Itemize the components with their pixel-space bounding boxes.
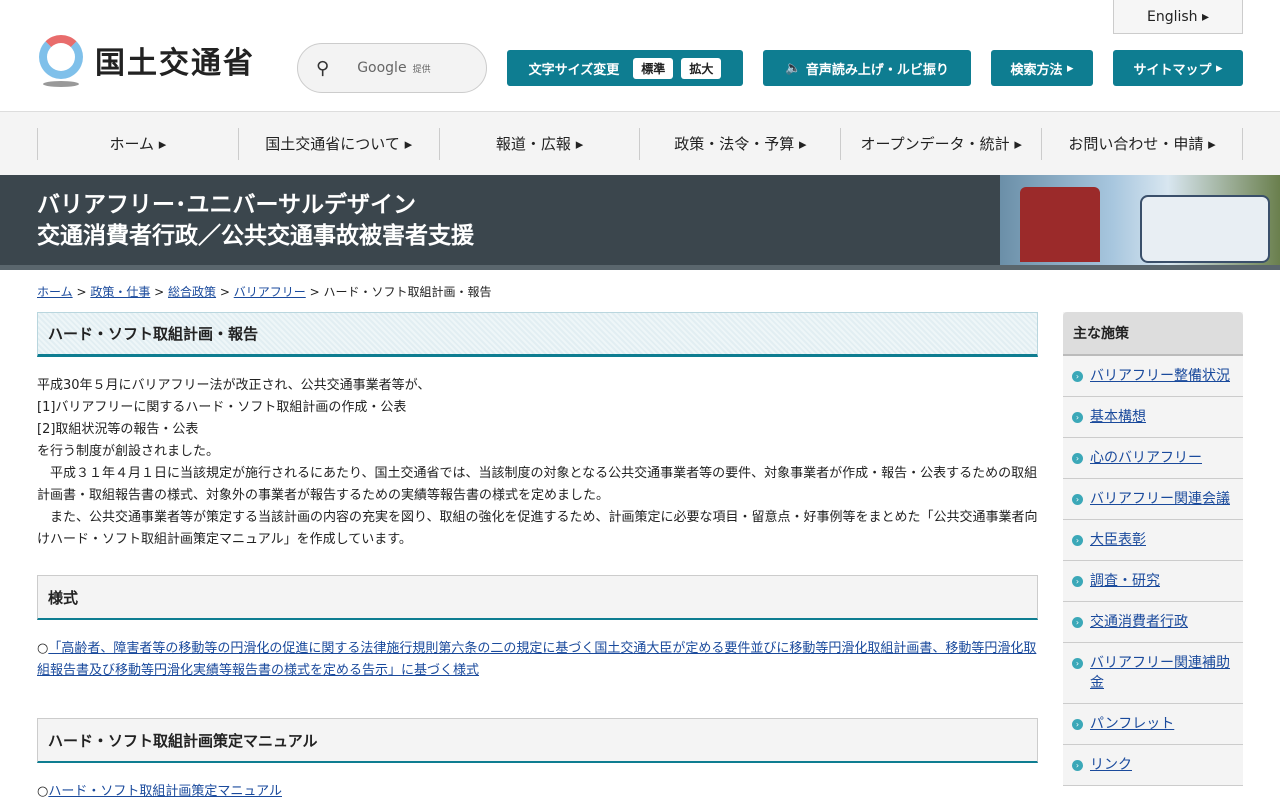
nav-opendata[interactable]: オープンデータ・統計 ▸ (840, 127, 1041, 160)
sidebar-item[interactable]: バリアフリー関連会議 (1090, 491, 1230, 507)
train-bus-image (1000, 175, 1280, 265)
chevron-right-icon: › (1072, 760, 1083, 771)
sidebar-item[interactable]: パンフレット (1090, 716, 1174, 732)
nav-press[interactable]: 報道・広報 ▸ (438, 127, 640, 160)
chevron-right-icon: › (1072, 453, 1083, 464)
search-icon[interactable]: ⚲ (316, 58, 329, 79)
breadcrumb-policy[interactable]: 政策・仕事 (90, 285, 150, 299)
english-link[interactable]: English ▸ (1113, 0, 1243, 34)
sidebar-item[interactable]: バリアフリー整備状況 (1090, 368, 1230, 384)
global-nav: ホーム ▸ 国土交通省について ▸ 報道・広報 ▸ 政策・法令・予算 ▸ オープ… (0, 111, 1280, 175)
nav-home[interactable]: ホーム ▸ (37, 127, 238, 160)
nav-contact[interactable]: お問い合わせ・申請 ▸ (1041, 127, 1243, 160)
nav-about[interactable]: 国土交通省について ▸ (237, 127, 439, 160)
intro-text: 平成30年５月にバリアフリー法が改正され、公共交通事業者等が、 [1]バリアフリー… (37, 378, 1038, 547)
chevron-right-icon: › (1072, 719, 1083, 730)
speaker-icon: 🔈 (785, 60, 802, 76)
sidebar-item[interactable]: バリアフリー関連補助金 (1090, 655, 1230, 691)
sidebar-item[interactable]: 大臣表彰 (1090, 532, 1146, 548)
breadcrumb: ホーム > 政策・仕事 > 総合政策 > バリアフリー > ハード・ソフト取組計… (37, 285, 492, 299)
breadcrumb-home[interactable]: ホーム (37, 285, 73, 299)
nav-policy[interactable]: 政策・法令・予算 ▸ (639, 127, 840, 160)
main-content: ハード・ソフト取組計画・報告 平成30年５月にバリアフリー法が改正され、公共交通… (37, 312, 1038, 803)
sidebar-item[interactable]: 調査・研究 (1090, 573, 1160, 589)
chevron-right-icon: › (1072, 412, 1083, 423)
chevron-right-icon: › (1072, 535, 1083, 546)
breadcrumb-general-policy[interactable]: 総合政策 (168, 285, 216, 299)
sidebar-item[interactable]: リンク (1090, 757, 1132, 773)
sidebar-item[interactable]: 交通消費者行政 (1090, 614, 1188, 630)
font-size-control: 文字サイズ変更 標準 拡大 (507, 50, 743, 86)
breadcrumb-barrierfree[interactable]: バリアフリー (234, 285, 306, 299)
speech-button[interactable]: 🔈 音声読み上げ・ルビ振り (763, 50, 971, 86)
chevron-right-icon: › (1072, 576, 1083, 587)
font-large-button[interactable]: 拡大 (681, 57, 722, 79)
logo-text: 国土交通省 (95, 46, 255, 81)
chevron-right-icon: › (1072, 494, 1083, 505)
sidebar-item[interactable]: 心のバリアフリー (1090, 450, 1202, 466)
font-standard-button[interactable]: 標準 (633, 57, 674, 79)
section-title-forms: 様式 (37, 575, 1038, 620)
chevron-right-icon: › (1072, 617, 1083, 628)
chevron-right-icon: › (1072, 658, 1083, 669)
sidebar-title: 主な施策 (1063, 312, 1243, 356)
logo[interactable]: 国土交通省 (37, 33, 255, 87)
sidebar-item[interactable]: 基本構想 (1090, 409, 1146, 425)
banner-title: バリアフリー･ユニバーサルデザイン 交通消費者行政／公共交通事故被害者支援 (37, 192, 474, 249)
search-method-button[interactable]: 検索方法 ▸ (991, 50, 1093, 86)
section-title-manual: ハード・ソフト取組計画策定マニュアル (37, 718, 1038, 763)
category-banner: バリアフリー･ユニバーサルデザイン 交通消費者行政／公共交通事故被害者支援 (0, 175, 1280, 270)
forms-link[interactable]: 「高齢者、障害者等の移動等の円滑化の促進に関する法律施行規則第六条の二の規定に基… (37, 641, 1036, 678)
page-title: ハード・ソフト取組計画・報告 (37, 312, 1038, 357)
sitemap-button[interactable]: サイトマップ ▸ (1113, 50, 1243, 86)
chevron-right-icon: › (1072, 371, 1083, 382)
ministry-logo-icon (37, 33, 85, 87)
sidebar: 主な施策 › バリアフリー整備状況 › 基本構想 › 心のバリアフリー › バリアフリー… (1063, 312, 1243, 786)
manual-link[interactable]: ハード・ソフト取組計画策定マニュアル (48, 784, 282, 799)
search-box[interactable]: ⚲ Google 提供 (297, 43, 487, 93)
